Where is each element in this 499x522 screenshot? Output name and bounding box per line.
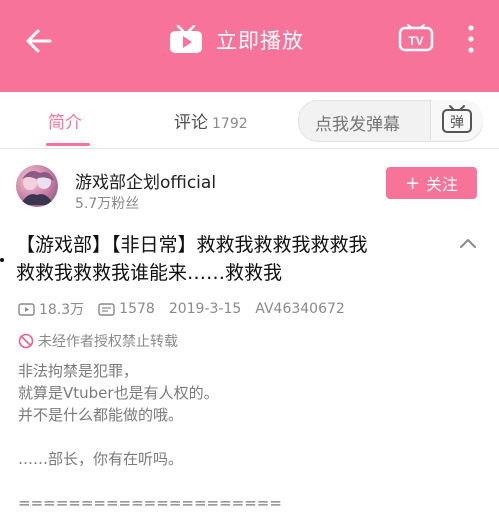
description-line: 非法拘禁是犯罪，	[18, 362, 139, 380]
danmaku-glyph: 弹	[450, 115, 464, 131]
description-line: ……部长，你有在听吗。	[18, 450, 184, 468]
play-count-icon	[18, 302, 35, 316]
no-repost-icon	[18, 333, 34, 349]
views-stat: 18.3万	[18, 299, 84, 319]
tab-intro[interactable]: 简介	[48, 108, 82, 133]
description-line	[18, 426, 282, 448]
danmaku-placeholder: 点我发弹幕	[315, 115, 400, 135]
video-title-line-2: 救救我救救我谁能来……救救我	[16, 262, 283, 284]
description-line: 并不是什么都能做的哦。	[18, 406, 184, 424]
danmaku-tv-icon: 弹	[442, 105, 472, 133]
description-line: =====================	[18, 494, 282, 512]
avatar-art-icon	[20, 171, 54, 205]
collapse-chevron-icon[interactable]	[458, 236, 478, 250]
back-arrow-icon[interactable]	[24, 26, 54, 56]
tab-comments[interactable]: 评论 1792	[174, 108, 248, 133]
uploader-avatar[interactable]	[16, 165, 58, 207]
tv-label: TV	[408, 34, 423, 48]
more-options-icon[interactable]	[466, 24, 476, 54]
danmaku-count: 1578	[119, 301, 155, 317]
follow-label: 关注	[426, 175, 459, 194]
publish-date: 2019-3-15	[168, 301, 242, 317]
description-line: 就算是Vtuber也是有人权的。	[18, 384, 219, 402]
follow-button[interactable]: + 关注	[386, 167, 477, 199]
top-bar: 立即播放 TV	[0, 0, 499, 92]
danmaku-toggle-button[interactable]: 弹	[430, 100, 483, 140]
tv-play-icon	[170, 25, 202, 53]
danmaku-stat: 1578	[98, 301, 155, 317]
tab-comments-label: 评论	[174, 113, 208, 133]
copyright-text: 未经作者授权禁止转载	[38, 334, 178, 350]
av-id: AV46340672	[255, 301, 345, 317]
video-title: 【游戏部】【非日常】救救我救救我救救我 救救我救救我谁能来……救救我	[16, 231, 444, 287]
description-line	[18, 470, 282, 492]
play-now-label: 立即播放	[216, 29, 304, 53]
video-meta: 18.3万 1578 2019-3-15 AV46340672	[18, 299, 359, 319]
views-count: 18.3万	[39, 302, 85, 318]
bullet-dot	[0, 258, 4, 262]
play-now-button[interactable]: 立即播放	[168, 22, 304, 58]
plus-icon: +	[404, 172, 421, 194]
uploader-name[interactable]: 游戏部企划official	[75, 168, 216, 193]
cast-tv-icon[interactable]: TV	[398, 24, 434, 54]
comment-count: 1792	[212, 116, 248, 132]
copyright-notice: 未经作者授权禁止转载	[18, 331, 178, 351]
active-tab-indicator	[46, 143, 90, 146]
video-title-line-1: 【游戏部】【非日常】救救我救救我救救我	[16, 234, 368, 256]
video-description: 非法拘禁是犯罪， 就算是Vtuber也是有人权的。 并不是什么都能做的哦。 ………	[18, 360, 282, 514]
danmaku-count-icon	[98, 302, 115, 316]
uploader-fans: 5.7万粉丝	[75, 196, 140, 212]
